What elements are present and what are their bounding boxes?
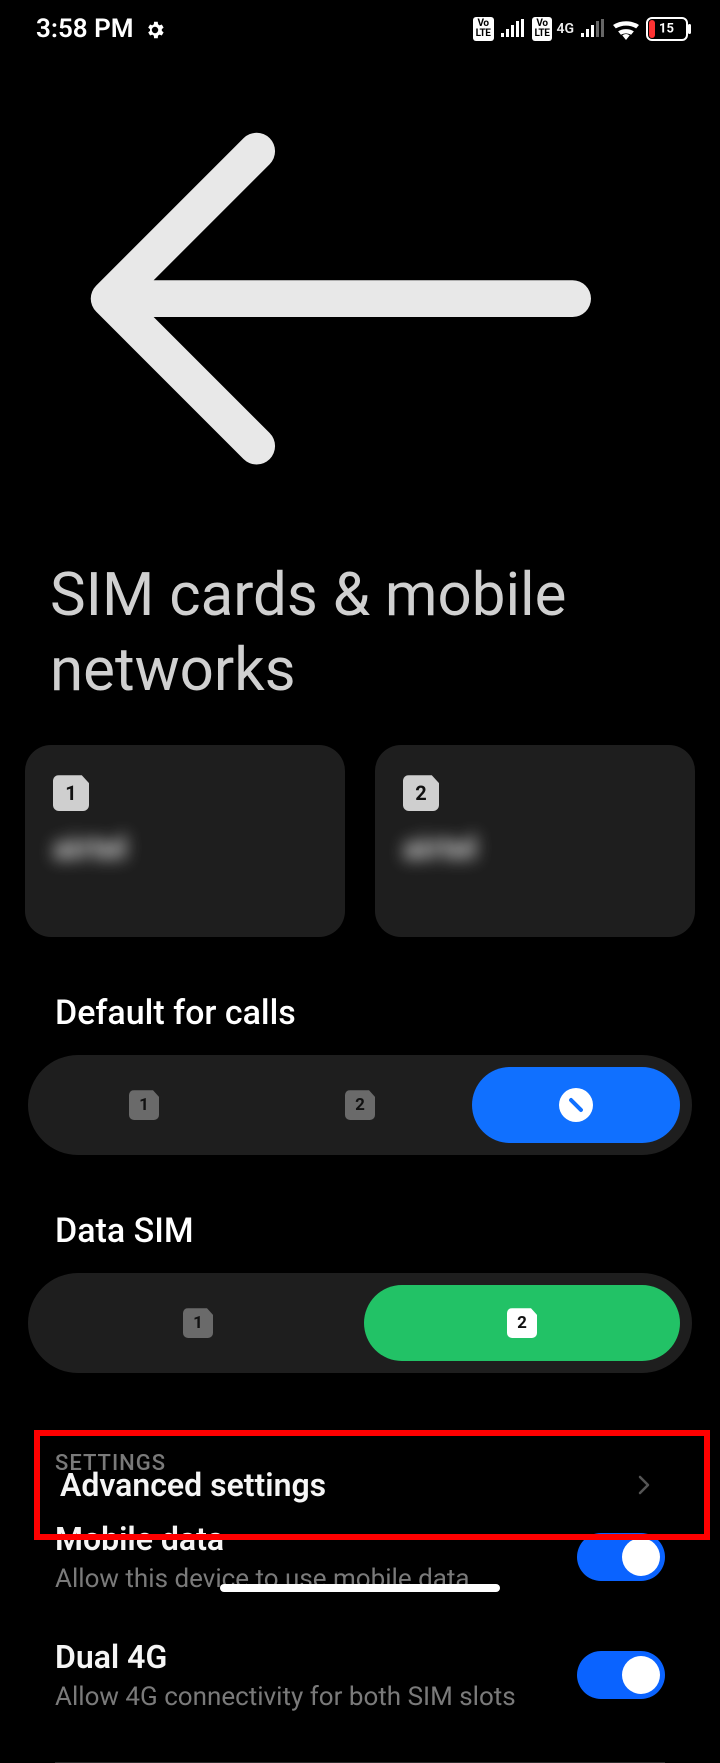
advanced-settings-row[interactable]: Advanced settings [40, 1436, 704, 1534]
sim-card-1-text: airtel [53, 829, 317, 873]
data-sim-sim1[interactable]: 1 [40, 1285, 356, 1361]
data-sim-segmented: 1 2 [28, 1273, 692, 1373]
dual-4g-row[interactable]: Dual 4G Allow 4G connectivity for both S… [0, 1616, 720, 1734]
sim-chip-icon: 1 [53, 775, 89, 811]
dual-4g-toggle[interactable] [577, 1651, 665, 1699]
pencil-circle-icon [559, 1088, 593, 1122]
dual-4g-title: Dual 4G [55, 1638, 557, 1676]
mobile-data-toggle[interactable] [577, 1533, 665, 1581]
default-calls-ask[interactable] [472, 1067, 680, 1143]
default-calls-sim2[interactable]: 2 [256, 1067, 464, 1143]
default-calls-label: Default for calls [0, 937, 720, 1055]
battery-percent: 15 [659, 22, 674, 37]
sim-chip-icon: 2 [507, 1308, 537, 1338]
page-title: SIM cards & mobile networks [0, 523, 720, 745]
chevron-right-icon [632, 1473, 656, 1497]
signal-sim2-icon [580, 19, 606, 39]
signal-sim1-icon [500, 19, 526, 39]
sim-card-1[interactable]: 1 airtel [25, 745, 345, 937]
wifi-icon [612, 18, 640, 40]
sim-chip-icon: 1 [183, 1308, 213, 1338]
default-calls-segmented: 1 2 [28, 1055, 692, 1155]
status-bar-right: VoLTE VoLTE 4G 15 [473, 17, 692, 41]
sim-cards-row: 1 airtel 2 airtel [0, 745, 720, 937]
sim-1-name: airtel [53, 829, 317, 867]
status-bar-left: 3:58 PM [36, 14, 166, 44]
advanced-settings-highlight: Advanced settings [34, 1430, 710, 1540]
clock: 3:58 PM [36, 14, 134, 44]
volte-sim2-icon: VoLTE [532, 17, 553, 41]
advanced-settings-title: Advanced settings [60, 1466, 326, 1504]
sim-chip-icon: 2 [345, 1090, 375, 1120]
volte-sim1-icon: VoLTE [473, 17, 494, 41]
default-calls-sim1[interactable]: 1 [40, 1067, 248, 1143]
sim-chip-icon: 2 [403, 775, 439, 811]
gear-icon [144, 18, 166, 40]
sim-chip-icon: 1 [129, 1090, 159, 1120]
back-arrow-icon[interactable] [46, 494, 720, 513]
sim-2-name: airtel [403, 829, 667, 867]
status-bar: 3:58 PM VoLTE VoLTE 4G 15 [0, 0, 720, 58]
header-row [0, 58, 720, 523]
dual-4g-sub: Allow 4G connectivity for both SIM slots [55, 1682, 557, 1712]
sim-card-2[interactable]: 2 airtel [375, 745, 695, 937]
data-sim-sim2[interactable]: 2 [364, 1285, 680, 1361]
sim-card-2-text: airtel [403, 829, 667, 873]
battery-icon: 15 [646, 17, 692, 41]
gesture-bar[interactable] [220, 1584, 500, 1592]
data-sim-label: Data SIM [0, 1155, 720, 1273]
fourg-icon: 4G [556, 22, 574, 36]
